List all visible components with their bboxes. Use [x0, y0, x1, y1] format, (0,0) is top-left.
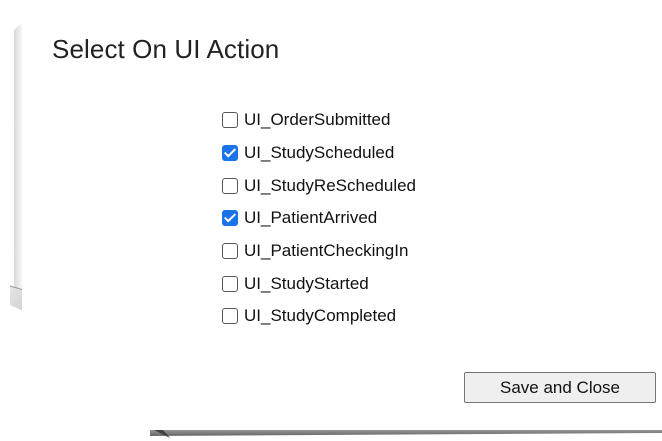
option-label: UI_PatientArrived	[244, 208, 378, 228]
checkbox[interactable]	[222, 145, 238, 162]
option-patient-arrived[interactable]: UI_PatientArrived	[222, 202, 416, 235]
dialog-title: Select On UI Action	[52, 34, 280, 64]
option-label: UI_StudyReScheduled	[244, 175, 417, 195]
checkbox[interactable]	[222, 308, 238, 325]
option-label: UI_StudyScheduled	[244, 143, 395, 163]
option-label: UI_OrderSubmitted	[244, 110, 391, 130]
checkbox[interactable]	[222, 112, 238, 129]
option-order-submitted[interactable]: UI_OrderSubmitted	[222, 104, 416, 137]
option-study-scheduled[interactable]: UI_StudyScheduled	[222, 137, 416, 170]
option-study-rescheduled[interactable]: UI_StudyReScheduled	[222, 169, 416, 202]
option-study-completed[interactable]: UI_StudyCompleted	[222, 300, 416, 333]
option-label: UI_PatientCheckingIn	[244, 241, 409, 261]
ui-action-dialog: Select On UI Action UI_OrderSubmitted UI…	[22, 0, 662, 430]
option-patient-checking-in[interactable]: UI_PatientCheckingIn	[222, 235, 416, 268]
checkbox[interactable]	[222, 243, 238, 260]
option-label: UI_StudyStarted	[244, 273, 369, 293]
screenshot-stage: Select On UI Action UI_OrderSubmitted UI…	[0, 0, 662, 441]
checkbox[interactable]	[222, 275, 238, 292]
checkbox[interactable]	[222, 210, 238, 227]
option-study-started[interactable]: UI_StudyStarted	[222, 267, 416, 300]
checkbox[interactable]	[222, 177, 238, 194]
save-and-close-button[interactable]: Save and Close	[464, 372, 656, 403]
option-label: UI_StudyCompleted	[244, 306, 397, 326]
ui-action-options-list: UI_OrderSubmitted UI_StudyScheduled UI_S…	[222, 104, 416, 333]
